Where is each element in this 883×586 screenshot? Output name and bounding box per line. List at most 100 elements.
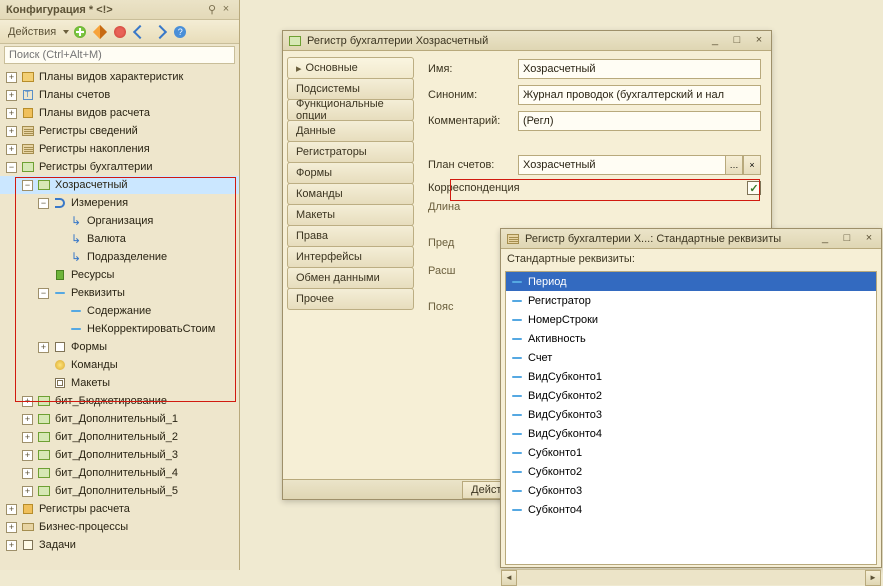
search-input[interactable] xyxy=(4,46,235,64)
expand-toggle[interactable]: + xyxy=(22,450,33,461)
expand-toggle[interactable]: + xyxy=(6,126,17,137)
tree-item[interactable]: +Регистры накопления xyxy=(0,140,239,158)
tree-item[interactable]: +Формы xyxy=(0,338,239,356)
plan-field[interactable]: Хозрасчетный xyxy=(518,155,725,175)
edit-button[interactable] xyxy=(91,23,109,41)
tree-item[interactable]: +бит_Бюджетирование xyxy=(0,392,239,410)
actions-menu[interactable]: Действия xyxy=(4,26,60,38)
add-button[interactable] xyxy=(71,23,89,41)
list-item[interactable]: Субконто2 xyxy=(506,462,876,481)
std-titlebar[interactable]: Регистр бухгалтерии Х...: Стандартные ре… xyxy=(501,229,881,249)
expand-toggle[interactable]: − xyxy=(38,288,49,299)
plan-select-button[interactable]: … xyxy=(725,155,743,175)
help-button[interactable]: ? xyxy=(171,23,189,41)
tree-item[interactable]: ↳Подразделение xyxy=(0,248,239,266)
tree-item[interactable]: +Планы видов расчета xyxy=(0,104,239,122)
tab-интерфейсы[interactable]: Интерфейсы xyxy=(287,246,414,268)
tab-регистраторы[interactable]: Регистраторы xyxy=(287,141,414,163)
tree-item[interactable]: Команды xyxy=(0,356,239,374)
tree-item[interactable]: +бит_Дополнительный_4 xyxy=(0,464,239,482)
tree-item[interactable]: ↳Организация xyxy=(0,212,239,230)
tree-item[interactable]: +бит_Дополнительный_2 xyxy=(0,428,239,446)
expand-toggle[interactable]: + xyxy=(6,504,17,515)
list-item[interactable]: ВидСубконто4 xyxy=(506,424,876,443)
maximize-button[interactable]: □ xyxy=(729,34,745,48)
expand-toggle[interactable]: + xyxy=(38,342,49,353)
list-item[interactable]: Регистратор xyxy=(506,291,876,310)
arrow-up-button[interactable] xyxy=(131,23,149,41)
corr-checkbox[interactable]: ✓ xyxy=(747,181,761,195)
expand-toggle[interactable]: + xyxy=(6,90,17,101)
expand-toggle[interactable]: + xyxy=(6,72,17,83)
list-item[interactable]: Субконто3 xyxy=(506,481,876,500)
editor-titlebar[interactable]: Регистр бухгалтерии Хозрасчетный _ □ × xyxy=(283,31,771,51)
list-item[interactable]: Субконто1 xyxy=(506,443,876,462)
tree-item[interactable]: −Измерения xyxy=(0,194,239,212)
list-item[interactable]: НомерСтроки xyxy=(506,310,876,329)
config-tree[interactable]: +Планы видов характеристик+Планы счетов+… xyxy=(0,66,239,566)
tab-права[interactable]: Права xyxy=(287,225,414,247)
scroll-left-button[interactable]: ◄ xyxy=(501,570,517,586)
tree-item[interactable]: +Бизнес-процессы xyxy=(0,518,239,536)
scroll-track[interactable] xyxy=(517,570,865,585)
delete-button[interactable] xyxy=(111,23,129,41)
tree-item[interactable]: +Планы счетов xyxy=(0,86,239,104)
minimize-button[interactable]: _ xyxy=(817,232,833,246)
tab-подсистемы[interactable]: Подсистемы xyxy=(287,78,414,100)
pin-icon[interactable]: ⚲ xyxy=(205,3,219,17)
chevron-down-icon[interactable] xyxy=(63,30,69,34)
tree-item[interactable]: +бит_Дополнительный_1 xyxy=(0,410,239,428)
tab-формы[interactable]: Формы xyxy=(287,162,414,184)
arrow-down-button[interactable] xyxy=(151,23,169,41)
tree-item[interactable]: +бит_Дополнительный_5 xyxy=(0,482,239,500)
tab-прочее[interactable]: Прочее xyxy=(287,288,414,310)
expand-toggle[interactable]: + xyxy=(22,432,33,443)
scroll-right-button[interactable]: ► xyxy=(865,570,881,586)
name-field[interactable]: Хозрасчетный xyxy=(518,59,761,79)
expand-toggle[interactable]: − xyxy=(38,198,49,209)
tree-item[interactable]: НеКорректироватьСтоим xyxy=(0,320,239,338)
tree-item[interactable]: −Регистры бухгалтерии xyxy=(0,158,239,176)
maximize-button[interactable]: □ xyxy=(839,232,855,246)
close-button[interactable]: × xyxy=(861,232,877,246)
list-item[interactable]: Период xyxy=(506,272,876,291)
expand-toggle[interactable]: − xyxy=(22,180,33,191)
tab-макеты[interactable]: Макеты xyxy=(287,204,414,226)
comment-field[interactable]: (Регл) xyxy=(518,111,761,131)
tree-item[interactable]: +Регистры сведений xyxy=(0,122,239,140)
list-item[interactable]: Счет xyxy=(506,348,876,367)
h-scrollbar[interactable]: ◄ ► xyxy=(501,569,881,585)
tree-item[interactable]: +бит_Дополнительный_3 xyxy=(0,446,239,464)
tree-item[interactable]: +Планы видов характеристик xyxy=(0,68,239,86)
tree-item[interactable]: Ресурсы xyxy=(0,266,239,284)
expand-toggle[interactable]: + xyxy=(22,486,33,497)
expand-toggle[interactable]: + xyxy=(22,414,33,425)
tab-данные[interactable]: Данные xyxy=(287,120,414,142)
plan-clear-button[interactable]: × xyxy=(743,155,761,175)
list-item[interactable]: ВидСубконто3 xyxy=(506,405,876,424)
tree-item[interactable]: Содержание xyxy=(0,302,239,320)
synonym-field[interactable]: Журнал проводок (бухгалтерский и нал xyxy=(518,85,761,105)
list-item[interactable]: Активность xyxy=(506,329,876,348)
tab-функциональные-опции[interactable]: Функциональные опции xyxy=(287,99,414,121)
minimize-button[interactable]: _ xyxy=(707,34,723,48)
panel-close-icon[interactable]: × xyxy=(219,3,233,17)
expand-toggle[interactable]: + xyxy=(6,522,17,533)
tab-команды[interactable]: Команды xyxy=(287,183,414,205)
expand-toggle[interactable]: + xyxy=(22,396,33,407)
tab-основные[interactable]: Основные xyxy=(287,57,414,79)
expand-toggle[interactable]: + xyxy=(6,108,17,119)
tab-обмен-данными[interactable]: Обмен данными xyxy=(287,267,414,289)
list-item[interactable]: ВидСубконто2 xyxy=(506,386,876,405)
tree-item[interactable]: +Задачи xyxy=(0,536,239,554)
expand-toggle[interactable]: + xyxy=(6,144,17,155)
list-item[interactable]: ВидСубконто1 xyxy=(506,367,876,386)
expand-toggle[interactable]: + xyxy=(22,468,33,479)
expand-toggle[interactable]: + xyxy=(6,540,17,551)
close-button[interactable]: × xyxy=(751,34,767,48)
tree-item[interactable]: ↳Валюта xyxy=(0,230,239,248)
tree-item[interactable]: +Регистры расчета xyxy=(0,500,239,518)
list-item[interactable]: Субконто4 xyxy=(506,500,876,519)
std-attrs-list[interactable]: ПериодРегистраторНомерСтрокиАктивностьСч… xyxy=(505,271,877,565)
tree-item[interactable]: −Реквизиты xyxy=(0,284,239,302)
